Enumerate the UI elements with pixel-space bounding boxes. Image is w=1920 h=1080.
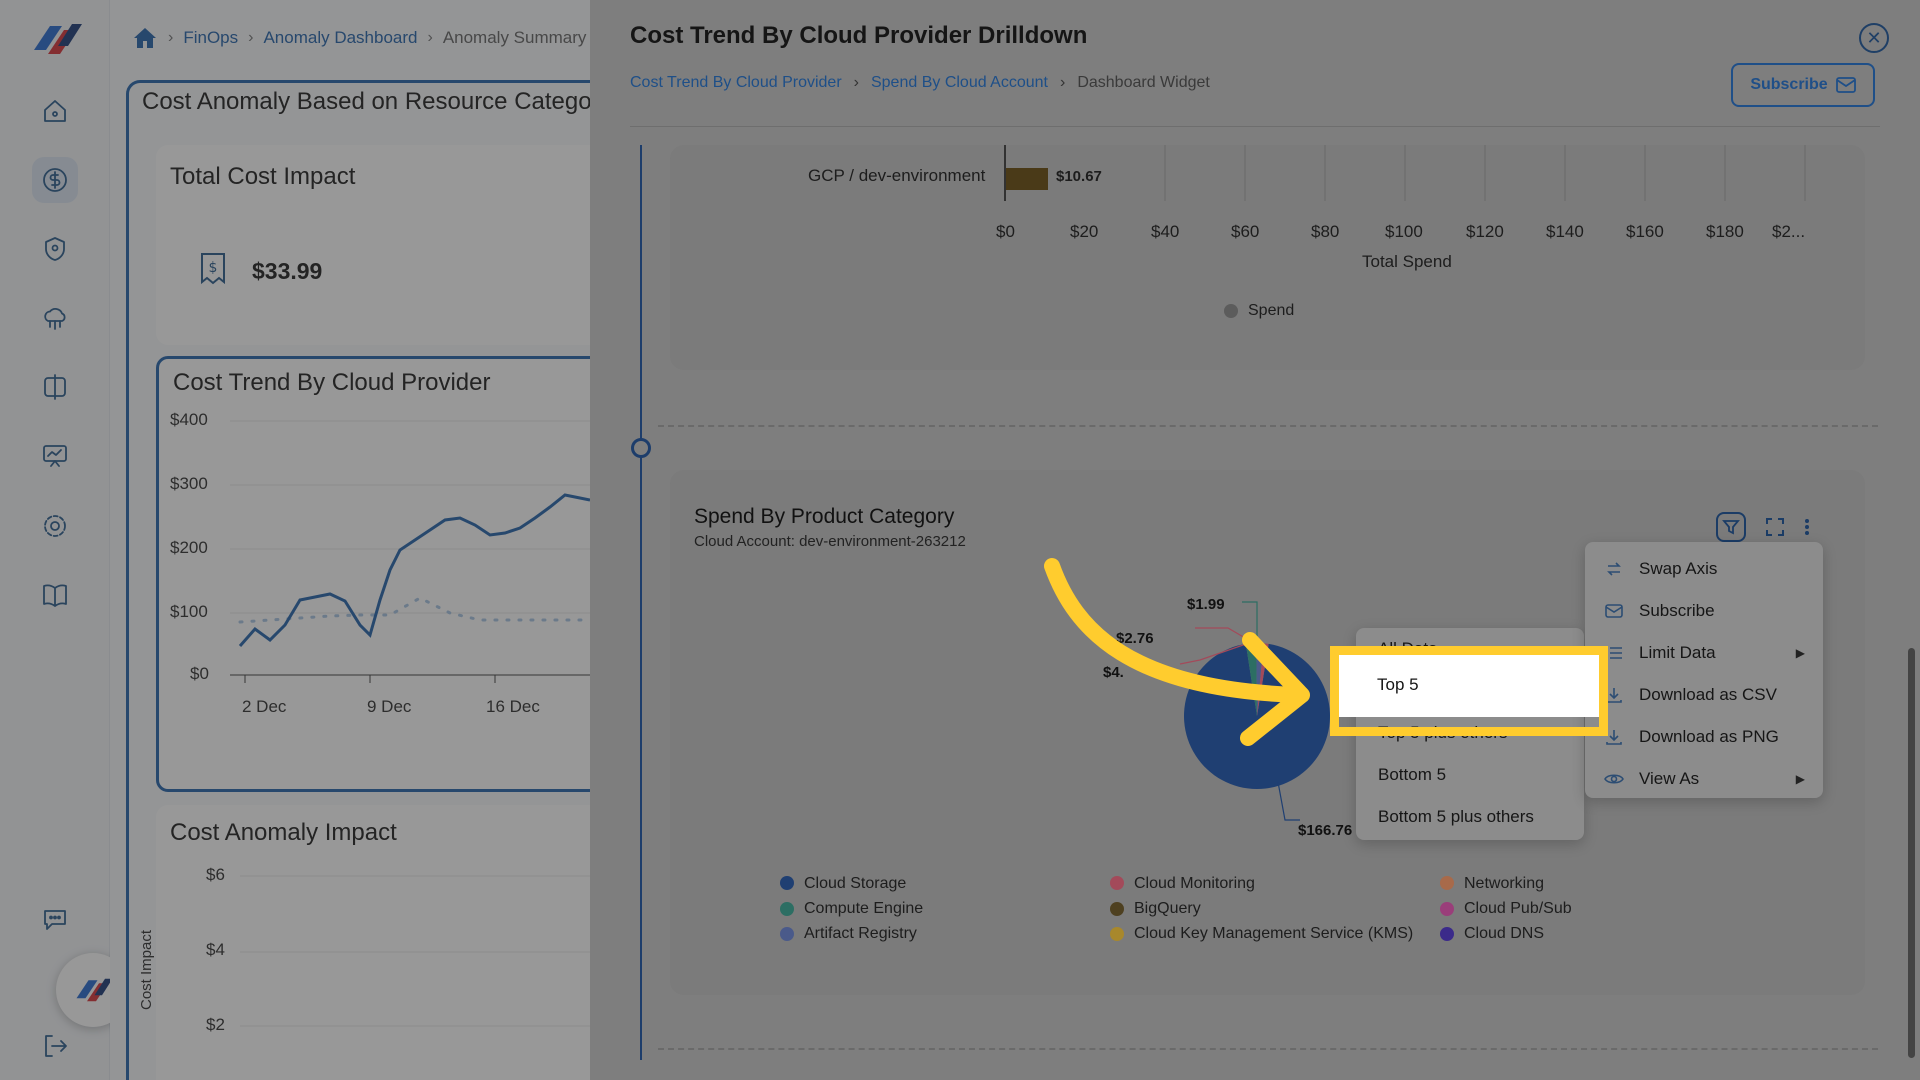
chevron-right-icon: › bbox=[1060, 74, 1066, 91]
section-divider bbox=[658, 1048, 1878, 1050]
menu-view-as-label: View As bbox=[1639, 769, 1700, 788]
submenu-bottom-5[interactable]: Bottom 5 bbox=[1356, 754, 1584, 796]
x-tick: $160 bbox=[1626, 222, 1664, 241]
product-chart-title: Spend By Product Category bbox=[694, 505, 955, 528]
drawer-breadcrumb: Cost Trend By Cloud Provider › Spend By … bbox=[630, 74, 1210, 92]
menu-view-as[interactable]: View As ▶ bbox=[1585, 758, 1823, 800]
bar-category-label: GCP / dev-environment bbox=[808, 166, 986, 185]
crumb-dashboard-widget: Dashboard Widget bbox=[1077, 74, 1210, 91]
swap-icon bbox=[1603, 558, 1625, 580]
legend-swatch bbox=[780, 927, 794, 941]
legend-compute-engine[interactable]: Compute Engine bbox=[804, 900, 923, 918]
x-tick: $20 bbox=[1070, 222, 1099, 241]
subscribe-label: Subscribe bbox=[1750, 76, 1828, 93]
close-icon[interactable]: ✕ bbox=[1859, 23, 1889, 53]
pie-label: $166.76 bbox=[1298, 822, 1353, 839]
menu-download-png-label: Download as PNG bbox=[1639, 727, 1779, 746]
section-divider bbox=[658, 425, 1878, 427]
spend-bar[interactable] bbox=[1006, 168, 1048, 190]
spend-bar-chart bbox=[1004, 145, 1806, 201]
subscribe-button[interactable]: Subscribe bbox=[1731, 63, 1875, 107]
legend-cloud-pubsub[interactable]: Cloud Pub/Sub bbox=[1464, 900, 1572, 918]
x-tick: $2... bbox=[1772, 222, 1806, 241]
x-tick: $120 bbox=[1466, 222, 1504, 241]
menu-subscribe[interactable]: Subscribe bbox=[1585, 590, 1823, 632]
crumb-cost-trend[interactable]: Cost Trend By Cloud Provider bbox=[630, 74, 842, 92]
modal-backdrop[interactable] bbox=[0, 0, 590, 1080]
legend-spend[interactable]: Spend bbox=[1248, 302, 1294, 320]
timeline-node[interactable] bbox=[631, 438, 651, 458]
legend-swatch bbox=[1440, 927, 1454, 941]
legend-artifact-registry[interactable]: Artifact Registry bbox=[804, 925, 917, 943]
x-axis-label: Total Spend bbox=[1362, 252, 1452, 271]
header-divider bbox=[630, 126, 1880, 127]
menu-download-csv[interactable]: Download as CSV bbox=[1585, 674, 1823, 716]
legend-swatch bbox=[1110, 876, 1124, 890]
x-tick: $180 bbox=[1706, 222, 1744, 241]
chevron-right-icon: › bbox=[853, 74, 859, 91]
x-tick: $80 bbox=[1311, 222, 1340, 241]
drawer-title: Cost Trend By Cloud Provider Drilldown bbox=[630, 22, 1088, 49]
legend-cloud-storage[interactable]: Cloud Storage bbox=[804, 875, 906, 893]
legend-swatch bbox=[1224, 304, 1238, 318]
menu-limit-data-label: Limit Data bbox=[1639, 643, 1716, 662]
pie-leader-line bbox=[1277, 781, 1300, 821]
legend-swatch bbox=[1110, 902, 1124, 916]
expand-icon[interactable] bbox=[1760, 512, 1790, 542]
annotation-arrow-icon bbox=[1044, 558, 1310, 746]
product-chart-subtitle: Cloud Account: dev-environment-263212 bbox=[694, 533, 966, 550]
mail-icon bbox=[1835, 77, 1856, 93]
menu-swap-axis[interactable]: Swap Axis bbox=[1585, 548, 1823, 590]
menu-download-png[interactable]: Download as PNG bbox=[1585, 716, 1823, 758]
caret-right-icon: ▶ bbox=[1795, 772, 1805, 786]
mail-icon bbox=[1603, 600, 1625, 622]
legend-cloud-monitoring[interactable]: Cloud Monitoring bbox=[1134, 875, 1255, 893]
x-tick: $0 bbox=[996, 222, 1015, 241]
x-tick: $60 bbox=[1231, 222, 1260, 241]
drawer-header: Cost Trend By Cloud Provider Drilldown C… bbox=[590, 0, 1920, 130]
menu-subscribe-label: Subscribe bbox=[1639, 601, 1715, 620]
legend-swatch bbox=[1440, 876, 1454, 890]
legend-swatch bbox=[1110, 927, 1124, 941]
legend-networking[interactable]: Networking bbox=[1464, 875, 1544, 893]
menu-swap-axis-label: Swap Axis bbox=[1639, 559, 1718, 578]
x-tick: $40 bbox=[1151, 222, 1180, 241]
eye-icon bbox=[1603, 768, 1625, 790]
legend-cloud-kms[interactable]: Cloud Key Management Service (KMS) bbox=[1134, 925, 1413, 943]
legend-bigquery[interactable]: BigQuery bbox=[1134, 900, 1201, 918]
caret-right-icon: ▶ bbox=[1795, 646, 1805, 660]
drawer-scrollbar[interactable] bbox=[1908, 648, 1915, 1058]
x-tick: $140 bbox=[1546, 222, 1584, 241]
submenu-bottom-5-plus-others[interactable]: Bottom 5 plus others bbox=[1356, 796, 1584, 838]
chart-context-menu: Swap Axis Subscribe Limit Data ▶ Downloa… bbox=[1585, 542, 1823, 798]
legend-swatch bbox=[780, 902, 794, 916]
crumb-spend-by-account[interactable]: Spend By Cloud Account bbox=[871, 74, 1048, 92]
timeline-line bbox=[640, 145, 642, 1060]
menu-download-csv-label: Download as CSV bbox=[1639, 685, 1777, 704]
legend-swatch bbox=[1440, 902, 1454, 916]
more-options-icon[interactable] bbox=[1792, 512, 1822, 542]
annotation-highlight-box bbox=[1330, 646, 1608, 736]
bar-value-label: $10.67 bbox=[1056, 168, 1102, 185]
x-tick: $100 bbox=[1385, 222, 1423, 241]
legend-swatch bbox=[780, 876, 794, 890]
legend-cloud-dns[interactable]: Cloud DNS bbox=[1464, 925, 1544, 943]
filter-icon[interactable] bbox=[1716, 512, 1746, 542]
menu-limit-data[interactable]: Limit Data ▶ bbox=[1585, 632, 1823, 674]
